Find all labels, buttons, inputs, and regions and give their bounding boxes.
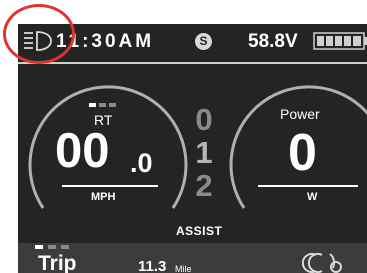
annotation-circle — [3, 4, 75, 64]
power-unit: W — [307, 191, 318, 203]
battery-icon — [313, 32, 367, 50]
speed-decimal: .0 — [130, 148, 153, 178]
rt-indicator — [89, 103, 116, 107]
brand-logo-icon — [302, 253, 342, 273]
mode-badge: S — [195, 33, 212, 50]
power-value: 0 — [288, 124, 317, 182]
speed-value: 00 — [55, 124, 110, 178]
trip-value: 11.3 — [138, 258, 167, 273]
trip-label: Trip — [38, 252, 77, 273]
power-gauge-label: Power — [280, 106, 320, 122]
assist-label: ASSIST — [176, 224, 223, 238]
speed-unit: MPH — [91, 191, 116, 203]
power-divider — [258, 185, 358, 187]
speed-divider — [62, 185, 158, 187]
trip-unit: Mile — [175, 264, 192, 273]
status-divider — [18, 62, 367, 64]
trip-page-indicator — [35, 245, 69, 249]
battery-voltage: 58.8V — [248, 31, 298, 52]
display-screen: 11:30AM S 58.8V RT 00 .0 MPH 0 1 2 Power… — [18, 24, 367, 273]
